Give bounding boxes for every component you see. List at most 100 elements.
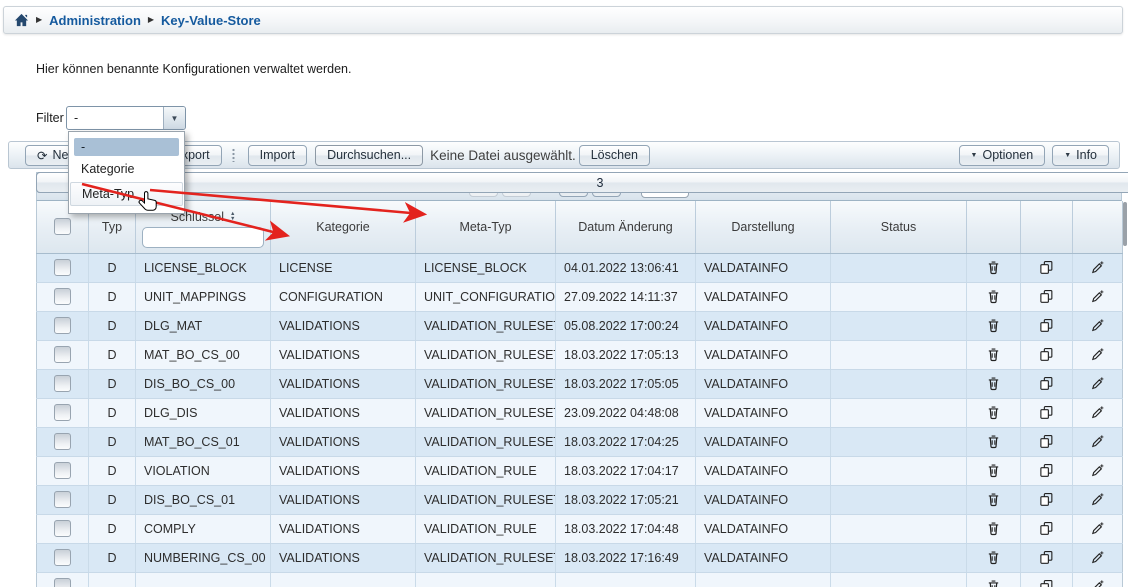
filter-label: Filter [36,111,64,125]
trash-icon[interactable] [984,547,1004,567]
info-button-label: Info [1076,148,1097,162]
trash-icon[interactable] [984,257,1004,277]
cell-status [831,485,967,514]
row-checkbox[interactable] [54,375,71,392]
filter-option--[interactable]: - [74,138,179,156]
copy-icon[interactable] [1037,518,1057,538]
header-kategorie: Kategorie [271,201,416,253]
copy-icon[interactable] [1037,460,1057,480]
cell-status [831,427,967,456]
row-checkbox[interactable] [54,520,71,537]
trash-icon[interactable] [984,286,1004,306]
pencil-icon[interactable] [1088,315,1108,335]
home-icon[interactable] [14,13,29,27]
row-checkbox[interactable] [54,578,71,587]
breadcrumb-separator-icon: ▶ [148,16,154,24]
cell-typ: D [89,311,136,340]
cell-kategorie: VALIDATIONS [271,398,416,427]
row-checkbox[interactable] [54,433,71,450]
cell-darstellung: VALDATAINFO [696,398,831,427]
delete-button[interactable]: Löschen [579,145,650,166]
trash-icon[interactable] [984,344,1004,364]
trash-icon[interactable] [984,489,1004,509]
row-checkbox[interactable] [54,491,71,508]
cell-typ: D [89,398,136,427]
dropdown-arrow-icon[interactable]: ▼ [163,107,185,129]
cell-schluessel [136,572,271,587]
schluessel-filter-input[interactable] [142,227,264,248]
trash-icon[interactable] [984,431,1004,451]
pencil-icon[interactable] [1088,402,1108,422]
trash-icon[interactable] [984,576,1004,587]
cell-typ: D [89,543,136,572]
cell-meta-typ: VALIDATION_RULE [416,456,556,485]
copy-icon[interactable] [1037,315,1057,335]
table-row: D DLG_MAT VALIDATIONS VALIDATION_RULESET… [37,311,1123,340]
pencil-icon[interactable] [1088,373,1108,393]
file-browse-button[interactable]: Durchsuchen... [315,145,423,166]
sort-icon: ▲▼ [230,212,235,222]
trash-icon[interactable] [984,402,1004,422]
cell-darstellung: VALDATAINFO [696,369,831,398]
trash-icon[interactable] [984,315,1004,335]
select-all-checkbox[interactable] [54,218,71,235]
breadcrumb-administration[interactable]: Administration [49,13,141,28]
pencil-icon[interactable] [1088,431,1108,451]
copy-icon[interactable] [1037,257,1057,277]
copy-icon[interactable] [1037,547,1057,567]
row-checkbox[interactable] [54,549,71,566]
trash-icon[interactable] [984,460,1004,480]
cell-typ: D [89,340,136,369]
filter-select[interactable]: - ▼ [66,106,186,130]
pencil-icon[interactable] [1088,576,1108,587]
table-row: D DIS_BO_CS_01 VALIDATIONS VALIDATION_RU… [37,485,1123,514]
file-status-text: Keine Datei ausgewählt. [430,148,576,163]
cell-datum: 18.03.2022 17:04:25 [556,427,696,456]
header-status: Status [831,201,967,253]
trash-icon[interactable] [984,518,1004,538]
row-checkbox[interactable] [54,317,71,334]
page-button-3[interactable]: 3 [36,172,1128,193]
pencil-icon[interactable] [1088,489,1108,509]
cell-kategorie: VALIDATIONS [271,456,416,485]
scrollbar-thumb[interactable] [1123,202,1127,246]
pencil-icon[interactable] [1088,518,1108,538]
trash-icon[interactable] [984,373,1004,393]
row-checkbox[interactable] [54,404,71,421]
cell-darstellung: VALDATAINFO [696,427,831,456]
cell-schluessel: DLG_MAT [136,311,271,340]
info-button[interactable]: ▼ Info [1052,145,1109,166]
cell-datum: 18.03.2022 17:04:17 [556,456,696,485]
pencil-icon[interactable] [1088,257,1108,277]
copy-icon[interactable] [1037,286,1057,306]
filter-option-meta-typ[interactable]: Meta-Typ [70,182,183,206]
pencil-icon[interactable] [1088,460,1108,480]
key-value-store-page: ▶ Administration ▶ Key-Value-Store Hier … [0,0,1128,587]
copy-icon[interactable] [1037,576,1057,587]
cell-status [831,282,967,311]
row-checkbox[interactable] [54,462,71,479]
cell-meta-typ [416,572,556,587]
cell-schluessel: MAT_BO_CS_00 [136,340,271,369]
breadcrumb-key-value-store[interactable]: Key-Value-Store [161,13,261,28]
pencil-icon[interactable] [1088,344,1108,364]
options-button[interactable]: ▼ Optionen [959,145,1046,166]
pencil-icon[interactable] [1088,286,1108,306]
copy-icon[interactable] [1037,373,1057,393]
cell-meta-typ: VALIDATION_RULE [416,514,556,543]
row-checkbox[interactable] [54,259,71,276]
delete-button-label: Löschen [591,148,638,162]
cell-datum: 18.03.2022 17:04:48 [556,514,696,543]
copy-icon[interactable] [1037,431,1057,451]
copy-icon[interactable] [1037,402,1057,422]
cell-schluessel: DIS_BO_CS_01 [136,485,271,514]
copy-icon[interactable] [1037,344,1057,364]
row-checkbox[interactable] [54,288,71,305]
table-row [37,572,1123,587]
row-checkbox[interactable] [54,346,71,363]
copy-icon[interactable] [1037,489,1057,509]
import-button[interactable]: Import [248,145,307,166]
pencil-icon[interactable] [1088,547,1108,567]
filter-option-kategorie[interactable]: Kategorie [69,158,184,180]
cell-typ: D [89,253,136,282]
